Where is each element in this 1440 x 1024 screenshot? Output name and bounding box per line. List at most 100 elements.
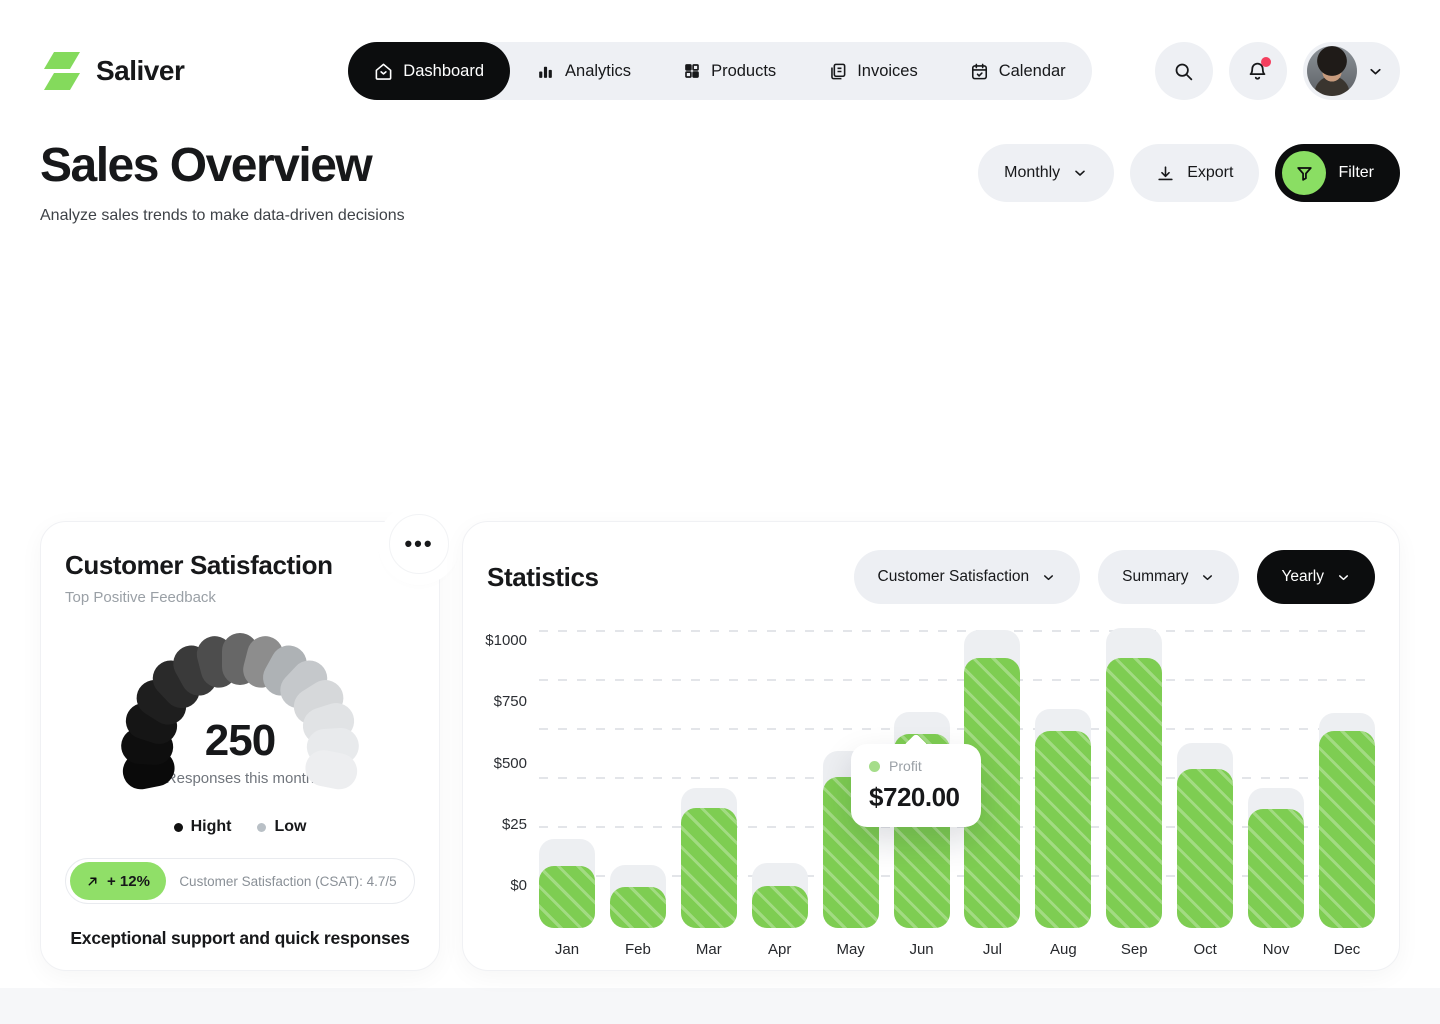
period-select[interactable]: Monthly: [978, 144, 1114, 202]
nav-item-calendar[interactable]: Calendar: [944, 42, 1092, 100]
satisfaction-gauge: 250 Responses this month: [85, 632, 395, 802]
card-menu-button[interactable]: •••: [389, 514, 449, 574]
y-tick: $500: [494, 755, 527, 772]
nav-item-dashboard[interactable]: Dashboard: [348, 42, 510, 100]
ellipsis-icon: •••: [404, 531, 433, 557]
bar-group-jan[interactable]: [539, 626, 595, 928]
chevron-down-icon: [1200, 570, 1215, 585]
avatar: [1307, 46, 1357, 96]
grid-icon: [683, 62, 701, 80]
bar-profit: [539, 866, 595, 928]
tooltip-value: $720.00: [869, 782, 963, 813]
nav-item-invoices[interactable]: Invoices: [802, 42, 944, 100]
bar-profit: [1177, 769, 1233, 928]
search-button[interactable]: [1155, 42, 1213, 100]
notifications-button[interactable]: [1229, 42, 1287, 100]
legend-dot: [174, 823, 183, 832]
y-axis: $1000 $750 $500 $25 $0: [487, 632, 539, 894]
bar-group-aug[interactable]: [1035, 626, 1091, 928]
header: Saliver Dashboard Analytics Products Inv…: [0, 0, 1440, 100]
toolbar: Monthly Export Filter: [978, 144, 1400, 202]
x-axis: JanFebMarAprMayJunJulAugSepOctNovDec: [539, 941, 1375, 958]
main-content: Saliver Dashboard Analytics Products Inv…: [0, 0, 1440, 988]
statistics-title: Statistics: [487, 562, 599, 593]
card-title: Customer Satisfaction: [65, 550, 415, 581]
legend-item: Low: [257, 818, 306, 836]
bar-group-dec[interactable]: [1319, 626, 1375, 928]
tooltip-dot: [869, 761, 880, 772]
arrow-up-right-icon: [86, 875, 99, 888]
bar-group-sep[interactable]: [1106, 626, 1162, 928]
y-tick: $25: [502, 816, 527, 833]
export-button[interactable]: Export: [1130, 144, 1259, 202]
metric-select[interactable]: Customer Satisfaction: [854, 550, 1081, 604]
x-tick: Jun: [894, 941, 950, 958]
nav-item-products[interactable]: Products: [657, 42, 802, 100]
bar-group-oct[interactable]: [1177, 626, 1233, 928]
bar-profit: [1248, 809, 1304, 928]
brand-name: Saliver: [96, 55, 184, 87]
bar-plot: Profit $720.00: [539, 626, 1375, 928]
card-subtitle: Top Positive Feedback: [65, 589, 415, 606]
bar-profit: [681, 808, 737, 928]
search-icon: [1173, 61, 1194, 82]
y-tick: $750: [494, 693, 527, 710]
customer-satisfaction-card: ••• Customer Satisfaction Top Positive F…: [40, 521, 440, 971]
filter-icon: [1282, 151, 1326, 195]
chart-tooltip: Profit $720.00: [851, 744, 981, 827]
bar-profit: [1106, 658, 1162, 928]
y-tick: $1000: [485, 632, 527, 649]
profile-menu[interactable]: [1303, 42, 1400, 100]
statistics-card: Statistics Customer Satisfaction Summary…: [462, 521, 1400, 971]
x-tick: Oct: [1177, 941, 1233, 958]
tooltip-series: Profit: [889, 758, 922, 774]
legend-dot: [257, 823, 266, 832]
view-select[interactable]: Summary: [1098, 550, 1239, 604]
x-tick: Jul: [964, 941, 1020, 958]
bar-group-apr[interactable]: [752, 626, 808, 928]
statistics-filters: Customer Satisfaction Summary Yearly: [854, 550, 1375, 604]
nav-item-analytics[interactable]: Analytics: [510, 42, 657, 100]
bar-profit: [1319, 731, 1375, 928]
legend-item: Hight: [174, 818, 232, 836]
chevron-down-icon: [1367, 63, 1384, 80]
statistics-header: Statistics Customer Satisfaction Summary…: [487, 550, 1375, 604]
bar-profit: [610, 887, 666, 928]
brand-logo-icon: [40, 50, 84, 92]
delta-badge: + 12%: [70, 862, 166, 900]
page-title: Sales Overview: [40, 138, 405, 193]
bar-profit: [1035, 731, 1091, 928]
y-tick: $0: [510, 877, 527, 894]
analytics-icon: [536, 62, 555, 81]
bar-group-nov[interactable]: [1248, 626, 1304, 928]
card-footnote: Exceptional support and quick responses: [65, 928, 415, 949]
page-subtitle: Analyze sales trends to make data-driven…: [40, 207, 405, 225]
chevron-down-icon: [1041, 570, 1056, 585]
filter-button[interactable]: Filter: [1275, 144, 1400, 202]
gauge-legend: Hight Low: [65, 818, 415, 836]
csat-text: Customer Satisfaction (CSAT): 4.7/5: [166, 874, 410, 889]
notification-dot: [1261, 57, 1271, 67]
home-icon: [374, 62, 393, 81]
bar-chart: $1000 $750 $500 $25 $0 Profit $720.00: [487, 626, 1375, 958]
calendar-icon: [970, 62, 989, 81]
x-tick: Aug: [1035, 941, 1091, 958]
csat-badge: + 12% Customer Satisfaction (CSAT): 4.7/…: [65, 858, 415, 904]
range-select[interactable]: Yearly: [1257, 550, 1375, 604]
brand[interactable]: Saliver: [40, 50, 320, 92]
x-tick: Sep: [1106, 941, 1162, 958]
cards-row: ••• Customer Satisfaction Top Positive F…: [0, 521, 1440, 971]
chevron-down-icon: [1072, 165, 1088, 181]
x-tick: Jan: [539, 941, 595, 958]
main-nav: Dashboard Analytics Products Invoices Ca…: [348, 42, 1091, 100]
invoices-icon: [828, 62, 847, 81]
header-controls: [1120, 42, 1400, 100]
x-tick: Nov: [1248, 941, 1304, 958]
x-tick: May: [823, 941, 879, 958]
bar-group-feb[interactable]: [610, 626, 666, 928]
x-tick: Apr: [752, 941, 808, 958]
x-tick: Feb: [610, 941, 666, 958]
bar-group-mar[interactable]: [681, 626, 737, 928]
x-tick: Mar: [681, 941, 737, 958]
bar-profit: [752, 886, 808, 928]
